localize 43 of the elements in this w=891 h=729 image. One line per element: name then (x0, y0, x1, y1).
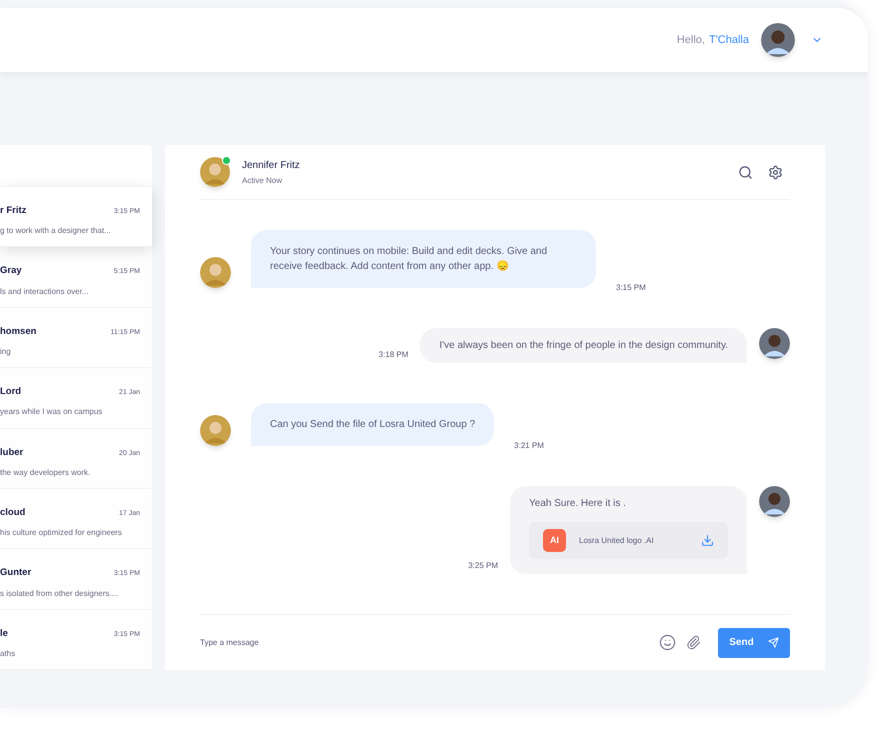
message-text: I've always been on the fringe of people in the design community. (439, 340, 728, 351)
greeting-text: Hello, (676, 32, 705, 48)
avatar-icon (200, 157, 230, 187)
message-preview: his culture optimized for engineers (0, 527, 123, 540)
contact-name: luber (0, 446, 24, 460)
file-type-badge: AI (543, 529, 566, 552)
avatar-icon (200, 415, 231, 446)
download-icon[interactable] (701, 534, 714, 547)
message-preview: ls and interactions over... (0, 286, 90, 298)
message-text: Yeah Sure. Here it is . (529, 498, 626, 509)
message-preview: the way developers work. (0, 466, 92, 479)
avatar-icon (759, 486, 790, 517)
contact-name: homsen (0, 324, 36, 339)
avatar-icon (200, 257, 231, 288)
avatar-icon (759, 328, 790, 359)
send-icon (768, 637, 779, 648)
settings-icon[interactable] (768, 164, 783, 180)
message-preview: s isolated from other designers.... (0, 588, 120, 600)
contact-name: Lord (0, 385, 22, 400)
search-icon[interactable] (738, 164, 753, 180)
attachment-icon[interactable] (686, 635, 701, 650)
message-preview: aths (0, 648, 16, 660)
file-name: Losra United logo .AI (579, 535, 655, 547)
emoji-icon[interactable] (659, 634, 676, 651)
contact-name: cloud (0, 506, 26, 520)
message-bubble: Your story continues on mobile: Build and edit decks. Give and receive feedback. Add content from any other app. 😞 (251, 230, 596, 288)
contact-name: r Fritz (0, 204, 26, 218)
message-time: 3:18 PM (378, 349, 408, 361)
contact-name: Gray (0, 264, 22, 278)
contact-name: le (0, 626, 8, 641)
message-bubble: Can you Send the file of Losra United Group ? (251, 403, 494, 446)
contact-status: Active Now (242, 174, 284, 186)
message-input[interactable]: Type a message (200, 636, 659, 648)
message-time: 3:21 PM (514, 440, 544, 452)
message-preview: years while I was on campus (0, 406, 104, 418)
avatar-icon (761, 23, 795, 57)
contact-name: Jennifer Fritz (242, 158, 300, 172)
message-preview: ing (0, 346, 12, 358)
message-preview: g to work with a designer that... (0, 225, 112, 238)
contact-name: Gunter (0, 566, 32, 580)
message-time: 3:15 PM (616, 282, 646, 294)
file-attachment[interactable]: AI Losra United logo .AI (529, 522, 728, 559)
message-time: 3:25 PM (468, 560, 498, 572)
